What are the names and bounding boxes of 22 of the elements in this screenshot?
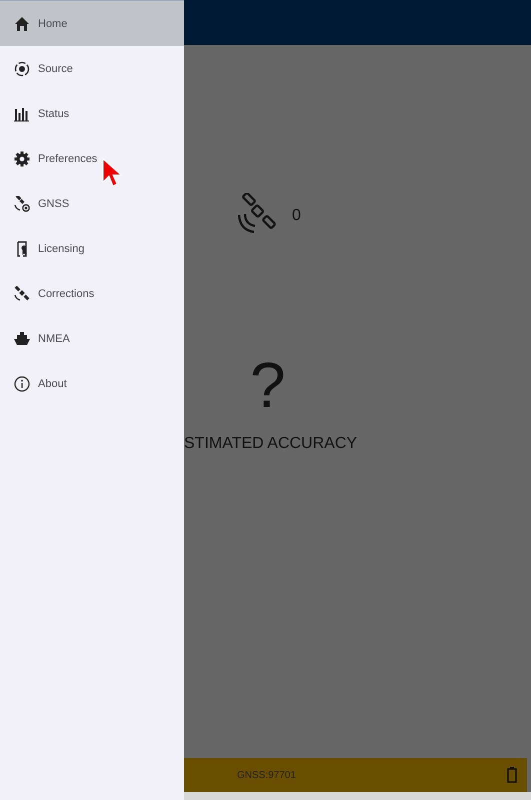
accuracy-label: STIMATED ACCURACY: [184, 435, 358, 453]
satellite-count: 0: [292, 207, 301, 225]
nav-item[interactable]: Home: [0, 1, 184, 46]
home-icon: [14, 16, 30, 32]
settings-icon: [14, 150, 30, 166]
info-icon: [14, 376, 30, 392]
nav-item[interactable]: Status: [0, 91, 184, 136]
nav-item[interactable]: Source: [0, 46, 184, 91]
satellite-icon: [14, 196, 30, 212]
nav-item[interactable]: GNSS: [0, 181, 184, 226]
nav-item[interactable]: About: [0, 361, 184, 406]
ship-icon: [14, 330, 30, 346]
accuracy-value: ?: [250, 353, 287, 417]
nav-item[interactable]: Licensing: [0, 226, 184, 271]
nav-item[interactable]: Corrections: [0, 271, 184, 316]
satellite-icon: [14, 286, 30, 302]
bar-chart-icon: [14, 106, 30, 122]
target-icon: [14, 60, 30, 76]
status-text: GNSS:97701: [237, 770, 296, 780]
nav-item[interactable]: Preferences: [0, 136, 184, 181]
battery-icon: [507, 767, 517, 783]
nav-item[interactable]: NMEA: [0, 316, 184, 361]
